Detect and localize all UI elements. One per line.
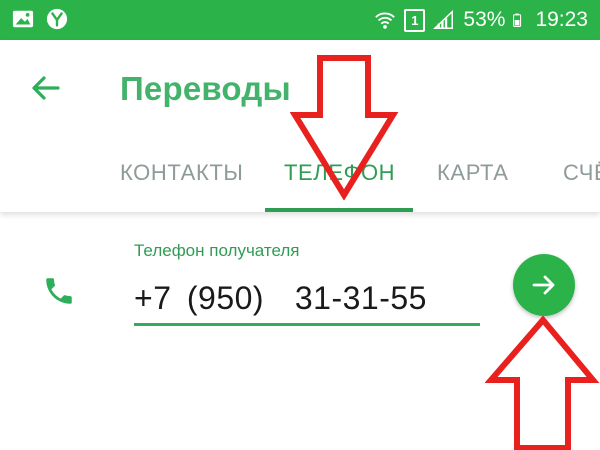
clock: 19:23 bbox=[535, 8, 588, 31]
battery-icon bbox=[513, 13, 522, 27]
recipient-phone-label: Телефон получателя bbox=[134, 241, 300, 260]
yandex-icon bbox=[46, 8, 68, 30]
recipient-phone-input[interactable] bbox=[134, 276, 480, 320]
image-icon bbox=[12, 10, 34, 28]
arrow-right-icon bbox=[532, 275, 555, 295]
sim-icon: 1 bbox=[404, 8, 426, 32]
signal-icon bbox=[433, 10, 454, 29]
annotation-arrow-up bbox=[485, 316, 600, 450]
back-arrow-icon[interactable] bbox=[28, 70, 64, 106]
status-bar-left bbox=[12, 8, 68, 30]
wifi-icon bbox=[375, 12, 396, 29]
annotation-arrow-down bbox=[290, 55, 399, 200]
tab-card[interactable]: КАРТА bbox=[437, 160, 509, 186]
phone-icon bbox=[46, 278, 72, 304]
next-button[interactable] bbox=[513, 254, 575, 316]
tab-account[interactable]: СЧЁ bbox=[563, 160, 600, 186]
active-tab-indicator bbox=[265, 208, 413, 212]
tab-contacts[interactable]: КОНТАКТЫ bbox=[120, 160, 243, 186]
input-underline bbox=[134, 323, 480, 326]
battery-percent: 53% bbox=[463, 8, 506, 31]
status-bar: 1 53% 19:23 bbox=[0, 0, 600, 40]
status-bar-right: 1 53% 19:23 bbox=[374, 0, 588, 40]
page-title: Переводы bbox=[120, 70, 291, 107]
